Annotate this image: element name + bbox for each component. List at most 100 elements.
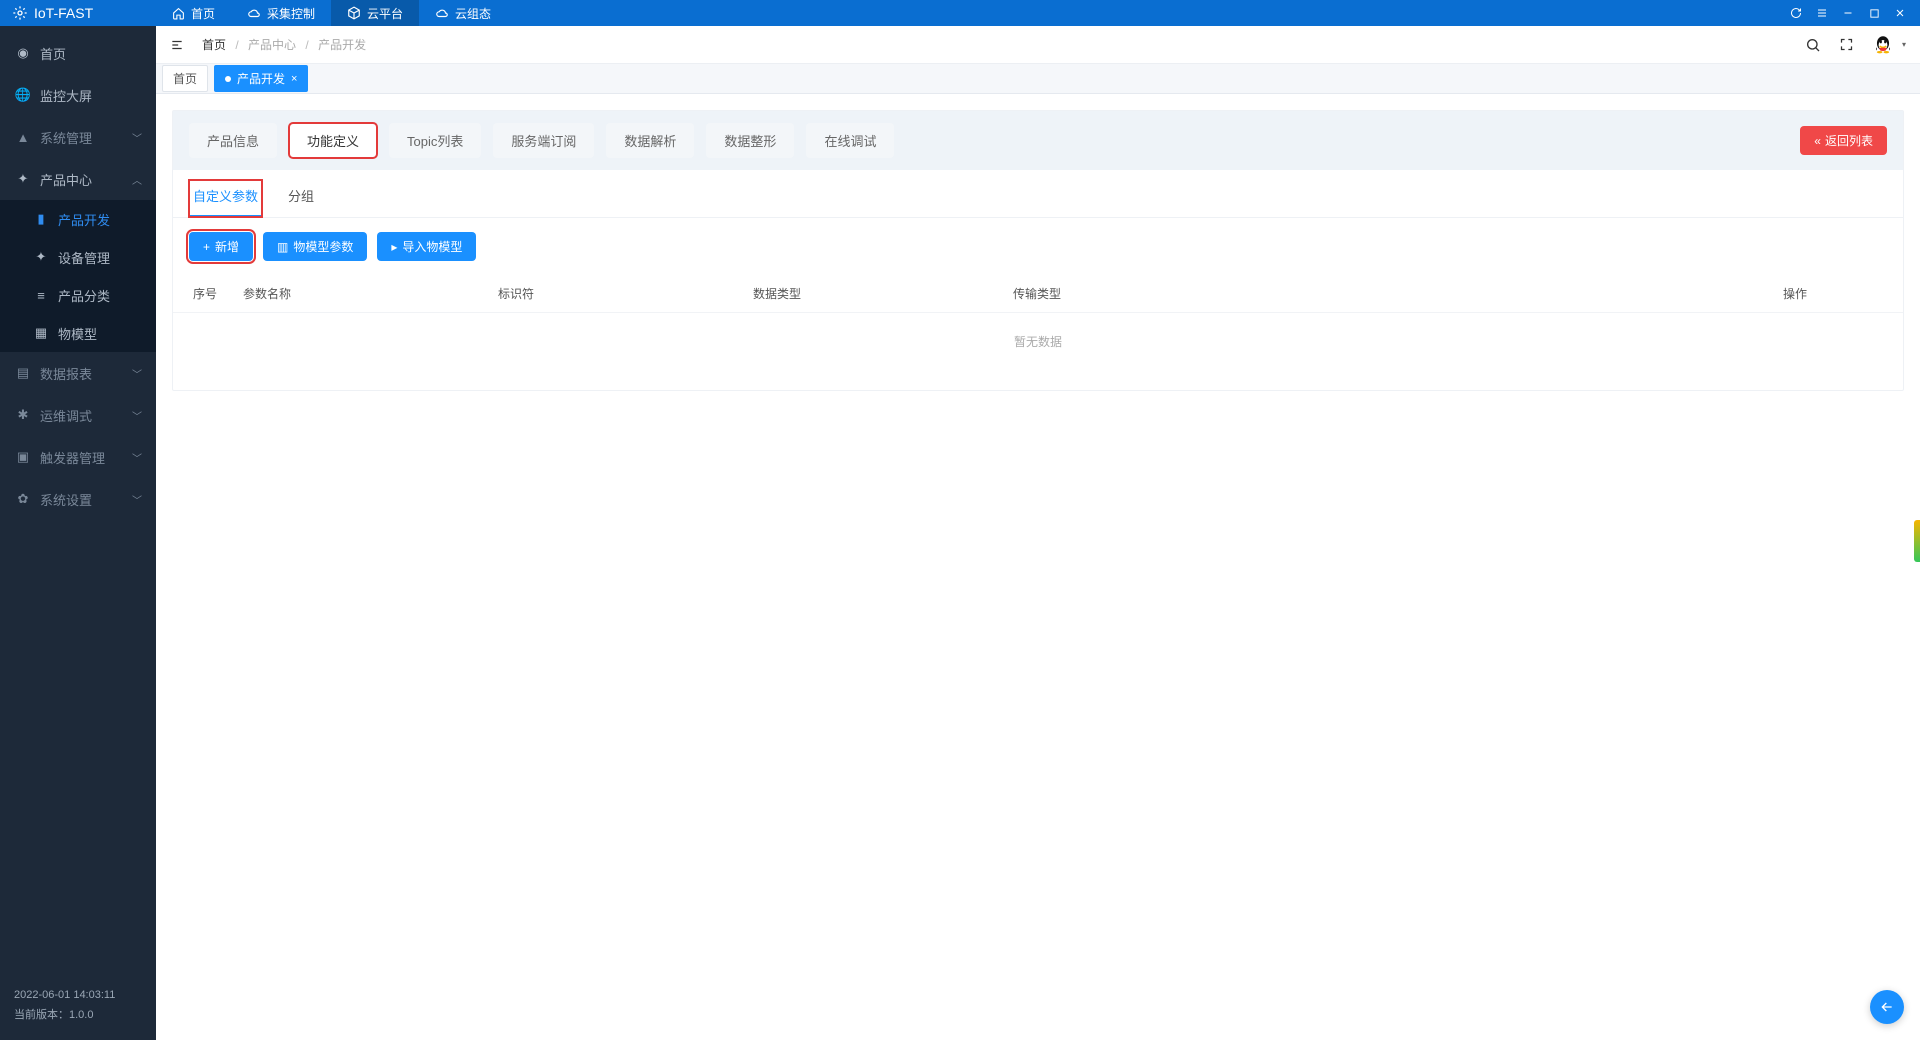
chevron-down-icon: ﹀ xyxy=(132,130,142,145)
chart-icon: ▤ xyxy=(16,365,30,381)
user-icon: ▲ xyxy=(16,130,30,145)
breadcrumb-home[interactable]: 首页 xyxy=(202,38,226,52)
subtab-custom[interactable]: 自定义参数 xyxy=(189,180,262,217)
cloud-icon xyxy=(247,6,261,20)
sidebar-toggle-icon[interactable] xyxy=(170,37,184,52)
sidebar-item-report[interactable]: ▤数据报表﹀ xyxy=(0,352,156,394)
chevron-down-icon: ﹀ xyxy=(132,450,142,465)
folder-icon: ▸ xyxy=(391,240,397,254)
sidebar-item-product[interactable]: ✦产品中心︿ xyxy=(0,158,156,200)
list-icon: ≡ xyxy=(34,288,48,303)
page-tab-product-dev[interactable]: 产品开发 × xyxy=(214,65,308,92)
subtabs: 自定义参数 分组 xyxy=(173,170,1903,218)
add-button[interactable]: +新增 xyxy=(189,232,253,261)
breadcrumb: 首页 / 产品中心 / 产品开发 xyxy=(202,36,366,53)
gear-icon: ✦ xyxy=(34,249,48,265)
window-controls xyxy=(1776,7,1920,19)
table-empty: 暂无数据 xyxy=(173,313,1903,390)
home-icon xyxy=(172,7,185,20)
params-table: 序号 参数名称 标识符 数据类型 传输类型 操作 暂无数据 xyxy=(173,275,1903,390)
action-row: +新增 ▥物模型参数 ▸导入物模型 xyxy=(173,218,1903,275)
header-tools: ▾ xyxy=(1805,34,1906,56)
crumb-bar: 首页 / 产品中心 / 产品开发 ▾ xyxy=(156,26,1920,64)
sidebar: ◉首页 🌐监控大屏 ▲系统管理﹀ ✦产品中心︿ ▮产品开发 ✦设备管理 ≡产品分… xyxy=(0,26,156,1040)
sidebar-item-thing-model[interactable]: ▦物模型 xyxy=(0,314,156,352)
globe-icon: 🌐 xyxy=(16,87,30,103)
fab-back[interactable] xyxy=(1870,990,1904,1024)
sidebar-item-home[interactable]: ◉首页 xyxy=(0,32,156,74)
sidebar-item-monitor[interactable]: 🌐监控大屏 xyxy=(0,74,156,116)
col-index: 序号 xyxy=(193,285,243,302)
col-transport: 传输类型 xyxy=(1013,285,1783,302)
cloud-icon xyxy=(435,6,449,20)
topnav-scada[interactable]: 云组态 xyxy=(419,0,507,26)
avatar[interactable] xyxy=(1872,34,1894,56)
tab-data-reshape[interactable]: 数据整形 xyxy=(706,123,794,158)
trigger-icon: ▣ xyxy=(16,449,30,465)
tab-topic-list[interactable]: Topic列表 xyxy=(389,123,481,158)
gear-icon: ✦ xyxy=(16,171,30,187)
topnav-home[interactable]: 首页 xyxy=(156,0,231,26)
sidebar-menu: ◉首页 🌐监控大屏 ▲系统管理﹀ ✦产品中心︿ ▮产品开发 ✦设备管理 ≡产品分… xyxy=(0,26,156,976)
table-head: 序号 参数名称 标识符 数据类型 传输类型 操作 xyxy=(173,275,1903,313)
grid-icon: ▦ xyxy=(34,325,48,341)
plus-icon: + xyxy=(203,240,210,254)
brand-label: IoT-FAST xyxy=(34,5,93,21)
search-icon[interactable] xyxy=(1805,37,1821,53)
sidebar-item-device-mgmt[interactable]: ✦设备管理 xyxy=(0,238,156,276)
page-tabstrip: 首页 产品开发 × xyxy=(156,64,1920,94)
sidebar-item-settings[interactable]: ✿系统设置﹀ xyxy=(0,478,156,520)
tab-product-info[interactable]: 产品信息 xyxy=(189,123,277,158)
tab-data-parse[interactable]: 数据解析 xyxy=(606,123,694,158)
close-icon[interactable] xyxy=(1894,7,1906,19)
panel-tabs: 产品信息 功能定义 Topic列表 服务端订阅 数据解析 数据整形 在线调试 «… xyxy=(173,111,1903,170)
tab-server-sub[interactable]: 服务端订阅 xyxy=(493,123,594,158)
cloud-platform-icon xyxy=(347,6,361,20)
refresh-icon[interactable] xyxy=(1790,7,1802,19)
content: 产品信息 功能定义 Topic列表 服务端订阅 数据解析 数据整形 在线调试 «… xyxy=(156,94,1920,1040)
dashboard-icon: ◉ xyxy=(16,45,30,61)
panel: 产品信息 功能定义 Topic列表 服务端订阅 数据解析 数据整形 在线调试 «… xyxy=(172,110,1904,391)
sidebar-item-sysmgmt[interactable]: ▲系统管理﹀ xyxy=(0,116,156,158)
page-tab-home[interactable]: 首页 xyxy=(162,65,208,92)
col-identifier: 标识符 xyxy=(498,285,753,302)
topnav-capture[interactable]: 采集控制 xyxy=(231,0,331,26)
back-button[interactable]: «返回列表 xyxy=(1800,126,1887,155)
close-tab-icon[interactable]: × xyxy=(291,73,297,85)
topnav-cloud[interactable]: 云平台 xyxy=(331,0,419,26)
db-icon: ▥ xyxy=(277,240,288,254)
subtab-group[interactable]: 分组 xyxy=(284,180,318,217)
model-params-button[interactable]: ▥物模型参数 xyxy=(263,232,367,261)
tab-online-debug[interactable]: 在线调试 xyxy=(806,123,894,158)
chevron-down-icon[interactable]: ▾ xyxy=(1902,40,1906,49)
tab-func-def[interactable]: 功能定义 xyxy=(289,123,377,158)
arrow-left-icon xyxy=(1879,999,1895,1015)
brand: IoT-FAST xyxy=(0,5,156,21)
cog-icon: ✿ xyxy=(16,491,30,507)
version-label: 当前版本：1.0.0 xyxy=(14,1006,142,1026)
bug-icon: ✱ xyxy=(16,407,30,423)
sidebar-item-ops[interactable]: ✱运维调式﹀ xyxy=(0,394,156,436)
back-icon: « xyxy=(1814,134,1821,148)
top-nav: 首页 采集控制 云平台 云组态 xyxy=(156,0,507,26)
sidebar-item-product-dev[interactable]: ▮产品开发 xyxy=(0,200,156,238)
dot-icon xyxy=(225,76,231,82)
timestamp: 2022-06-01 14:03:11 xyxy=(14,986,142,1006)
sidebar-item-trigger[interactable]: ▣触发器管理﹀ xyxy=(0,436,156,478)
sidebar-item-product-cat[interactable]: ≡产品分类 xyxy=(0,276,156,314)
chevron-down-icon: ﹀ xyxy=(132,408,142,423)
chevron-down-icon: ﹀ xyxy=(132,492,142,507)
fullscreen-icon[interactable] xyxy=(1839,37,1854,52)
import-model-button[interactable]: ▸导入物模型 xyxy=(377,232,476,261)
breadcrumb-1[interactable]: 产品中心 xyxy=(248,38,296,52)
logo-icon xyxy=(12,5,28,21)
breadcrumb-2[interactable]: 产品开发 xyxy=(318,38,366,52)
col-datatype: 数据类型 xyxy=(753,285,1013,302)
page: 首页 / 产品中心 / 产品开发 ▾ 首页 产品开发 × 产品信息 功能定义 T… xyxy=(156,26,1920,1040)
edge-handle[interactable] xyxy=(1914,520,1920,562)
title-bar: IoT-FAST 首页 采集控制 云平台 云组态 xyxy=(0,0,1920,26)
chevron-down-icon: ﹀ xyxy=(132,366,142,381)
maximize-icon[interactable] xyxy=(1868,7,1880,19)
minimize-icon[interactable] xyxy=(1842,7,1854,19)
menu-icon[interactable] xyxy=(1816,7,1828,19)
